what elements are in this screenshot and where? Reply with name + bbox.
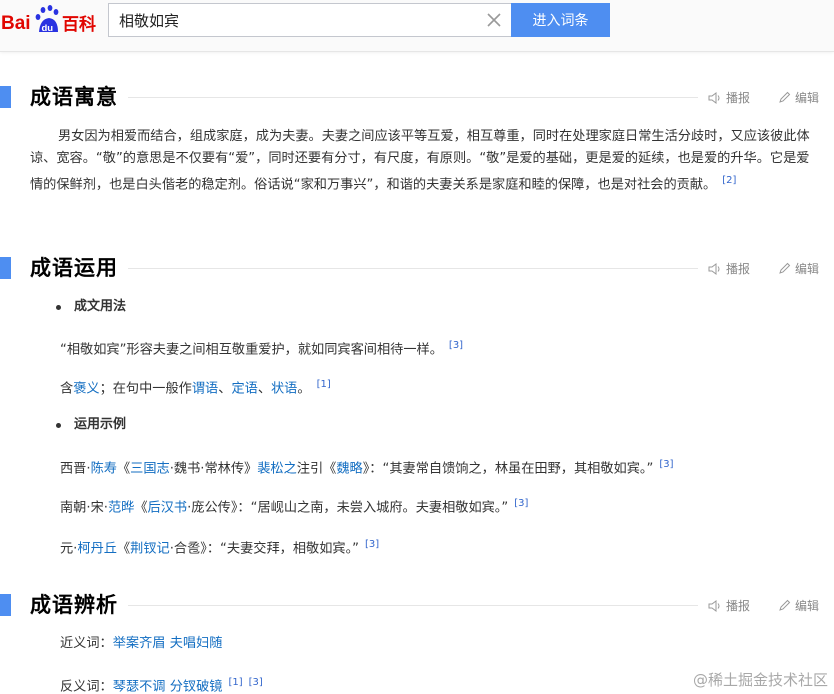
top-bar: Bai du 百科 进入词条	[0, 0, 834, 52]
pencil-icon	[779, 91, 791, 103]
citation-ref[interactable]: [3]	[249, 677, 263, 688]
link-antonym-1[interactable]: 琴瑟不调	[113, 679, 166, 694]
section-header-meaning: 成语寓意 播报 编辑	[0, 82, 834, 112]
edit-button[interactable]: 编辑	[778, 260, 819, 277]
play-label: 播报	[726, 262, 751, 276]
antonyms-label: 反义词：	[60, 679, 113, 694]
citation-ref[interactable]: [3]	[659, 459, 673, 470]
baidu-baike-logo[interactable]: Bai du 百科	[0, 2, 104, 38]
section-accent-bar	[0, 257, 11, 279]
citation-ref[interactable]: [3]	[449, 340, 463, 351]
search-input[interactable]	[109, 5, 469, 35]
logo-du-text: du	[42, 23, 54, 34]
link-synonym-1[interactable]: 举案齐眉	[113, 636, 166, 651]
link-pei-songzhi[interactable]: 裴松之	[257, 461, 297, 476]
section-header-analysis: 成语辨析 播报 编辑	[0, 590, 834, 620]
citation-ref[interactable]: [2]	[722, 175, 736, 186]
section-accent-bar	[0, 86, 11, 108]
play-label: 播报	[726, 91, 751, 105]
play-button[interactable]: 播报	[708, 597, 750, 614]
link-synonym-2[interactable]: 夫唱妇随	[170, 636, 223, 651]
link-attributive[interactable]: 定语	[231, 381, 257, 396]
section-accent-bar	[0, 594, 11, 616]
enter-entry-button[interactable]: 进入词条	[511, 3, 610, 37]
play-label: 播报	[726, 599, 751, 613]
section-divider	[128, 97, 698, 98]
section-title: 成语运用	[30, 256, 118, 280]
example-line-1: 西晋·陈寿《三国志·魏书·常林传》裴松之注引《魏略》：“其妻常自馈饷之，林虽在田…	[60, 459, 674, 477]
link-commendatory[interactable]: 褒义	[73, 381, 99, 396]
usage-text: “相敬如宾”形容夫妻之间相互敬重爱护，就如同宾客间相待一样。	[60, 342, 443, 358]
synonyms-label: 近义词：	[60, 636, 113, 651]
citation-ref[interactable]: [3]	[514, 498, 528, 509]
subheading-usage-form: 成文用法	[56, 297, 126, 317]
section-title: 成语辨析	[30, 593, 118, 617]
subheading-usage-examples: 运用示例	[56, 415, 126, 435]
link-antonym-2[interactable]: 分钗破镜	[170, 679, 223, 694]
paw-icon: du	[35, 5, 59, 34]
meaning-paragraph: 男女因为相爱而结合，组成家庭，成为夫妻。夫妻之间应该平等互爱，相互尊重，同时在处…	[30, 126, 820, 196]
search-box[interactable]	[108, 3, 512, 37]
antonyms-line: 反义词：琴瑟不调 分钗破镜 [1] [3]	[60, 673, 263, 694]
link-weilue[interactable]: 魏略	[336, 461, 362, 476]
watermark: @稀土掘金技术社区	[692, 671, 828, 689]
example-line-2: 南朝·宋·范晔《后汉书·庞公传》：“居岘山之南，未尝入城府。夫妻相敬如宾。” [3…	[60, 498, 529, 516]
synonyms-line: 近义词：举案齐眉 夫唱妇随	[60, 634, 222, 654]
edit-label: 编辑	[795, 599, 820, 613]
edit-label: 编辑	[795, 262, 820, 276]
meaning-text: 男女因为相爱而结合，组成家庭，成为夫妻。夫妻之间应该平等互爱，相互尊重，同时在处…	[30, 129, 810, 193]
citation-ref[interactable]: [1]	[228, 677, 242, 688]
edit-button[interactable]: 编辑	[778, 89, 819, 106]
example-line-3: 元·柯丹丘《荆钗记·合卺》：“夫妻交拜，相敬如宾。” [3]	[60, 539, 380, 557]
link-houhanshu[interactable]: 后汉书	[148, 500, 188, 515]
section-header-usage: 成语运用 播报 编辑	[0, 253, 834, 283]
section-divider	[128, 268, 698, 269]
logo-bai-text: Bai	[1, 13, 31, 34]
speaker-icon	[708, 599, 720, 612]
section-divider	[128, 605, 698, 606]
link-chen-shou[interactable]: 陈寿	[91, 461, 117, 476]
usage-line-1: “相敬如宾”形容夫妻之间相互敬重爱护，就如同宾客间相待一样。 [3]	[60, 336, 463, 360]
link-fan-ye[interactable]: 范晔	[108, 500, 134, 515]
link-adverbial[interactable]: 状语	[271, 381, 297, 396]
pencil-icon	[779, 599, 791, 611]
citation-ref[interactable]: [1]	[317, 379, 331, 390]
logo-baike-text: 百科	[62, 14, 96, 35]
link-jingchaiji[interactable]: 荆钗记	[130, 541, 170, 556]
edit-label: 编辑	[795, 91, 820, 105]
play-button[interactable]: 播报	[708, 260, 750, 277]
link-predicate[interactable]: 谓语	[192, 381, 218, 396]
speaker-icon	[708, 262, 720, 275]
edit-button[interactable]: 编辑	[778, 597, 819, 614]
speaker-icon	[708, 91, 720, 104]
link-ke-danqiu[interactable]: 柯丹丘	[77, 541, 117, 556]
pencil-icon	[779, 262, 791, 274]
usage-line-2: 含褒义；在句中一般作谓语、定语、状语。 [1]	[60, 379, 331, 397]
section-title: 成语寓意	[30, 85, 118, 109]
play-button[interactable]: 播报	[708, 89, 750, 106]
link-sanguozhi[interactable]: 三国志	[130, 461, 170, 476]
citation-ref[interactable]: [3]	[365, 539, 379, 550]
close-icon[interactable]	[486, 12, 502, 28]
